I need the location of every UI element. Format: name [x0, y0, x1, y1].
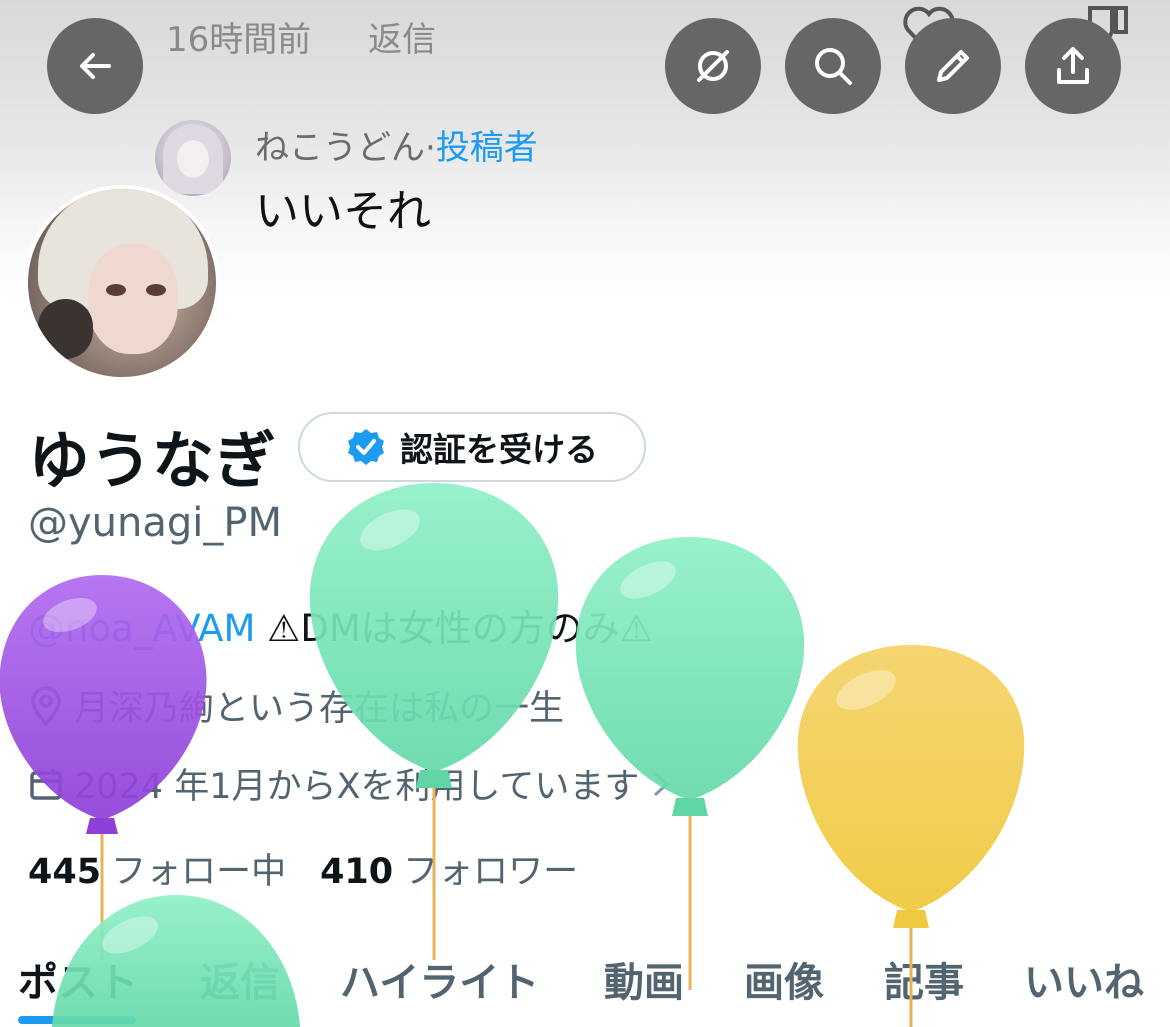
timestamp: 16時間前 [166, 20, 312, 60]
profile-tabs: ポスト 返信 ハイライト 動画 画像 記事 いいね [0, 950, 1170, 1010]
reply-author: ねこうどん·投稿者 [255, 128, 538, 168]
tab-replies[interactable]: 返信 [200, 950, 280, 1008]
location-text: 月深乃絢という存在は私の一生 [74, 689, 565, 729]
followers-link[interactable]: 410 フォロワー [320, 852, 578, 892]
verified-badge-icon [348, 429, 384, 465]
user-handle: @yunagi_PM [28, 500, 283, 546]
get-verified-button[interactable]: 認証を受ける [298, 412, 646, 482]
tab-images[interactable]: 画像 [744, 950, 824, 1008]
following-count: 445 [28, 852, 102, 892]
back-arrow-icon [80, 53, 111, 79]
joined-row[interactable]: 2024 年1月からXを利用しています [28, 758, 673, 809]
following-label: フォロー中 [111, 852, 287, 892]
calendar-icon [30, 768, 62, 800]
tab-articles[interactable]: 記事 [884, 950, 964, 1008]
joined-text: 2024 年1月からXを利用しています [74, 767, 640, 807]
followers-count: 410 [320, 852, 394, 892]
pencil-icon [937, 50, 969, 82]
chevron-right-icon [654, 771, 670, 796]
location-pin-icon [31, 685, 61, 726]
display-name: ゆうなぎ [28, 424, 277, 497]
active-tab-indicator [18, 1016, 136, 1024]
location-row: 月深乃絢という存在は私の一生 [28, 680, 564, 731]
search-icon [815, 48, 852, 85]
tab-likes[interactable]: いいね [1024, 950, 1144, 1008]
back-button[interactable] [47, 18, 143, 114]
poster-badge: 投稿者 [435, 128, 538, 168]
bio-mention-link[interactable]: @noa_AVAM [28, 607, 255, 650]
search-button[interactable] [785, 18, 881, 114]
follow-stats: 445 フォロー中 410 フォロワー [28, 843, 578, 894]
edit-button[interactable] [905, 18, 1001, 114]
reply-text: いいそれ [255, 186, 431, 237]
share-icon [1057, 47, 1089, 84]
tab-highlights[interactable]: ハイライト [340, 950, 539, 1008]
bio-text: ⚠DMは女性の方のみ⚠ [255, 607, 653, 650]
verify-button-label: 認証を受ける [400, 430, 598, 469]
profile-avatar[interactable] [24, 185, 220, 381]
tab-videos[interactable]: 動画 [604, 950, 684, 1008]
following-link[interactable]: 445 フォロー中 [28, 852, 286, 892]
share-button[interactable] [1025, 18, 1121, 114]
tab-posts[interactable]: ポスト [18, 950, 138, 1008]
grok-icon [697, 50, 729, 82]
reply-avatar [155, 120, 231, 196]
reply-link: 返信 [368, 20, 437, 60]
background-reply-meta: 16時間前 返信 [166, 12, 482, 61]
bio: @noa_AVAM ⚠DMは女性の方のみ⚠ [28, 598, 653, 652]
followers-label: フォロワー [403, 852, 579, 892]
grok-button[interactable] [665, 18, 761, 114]
